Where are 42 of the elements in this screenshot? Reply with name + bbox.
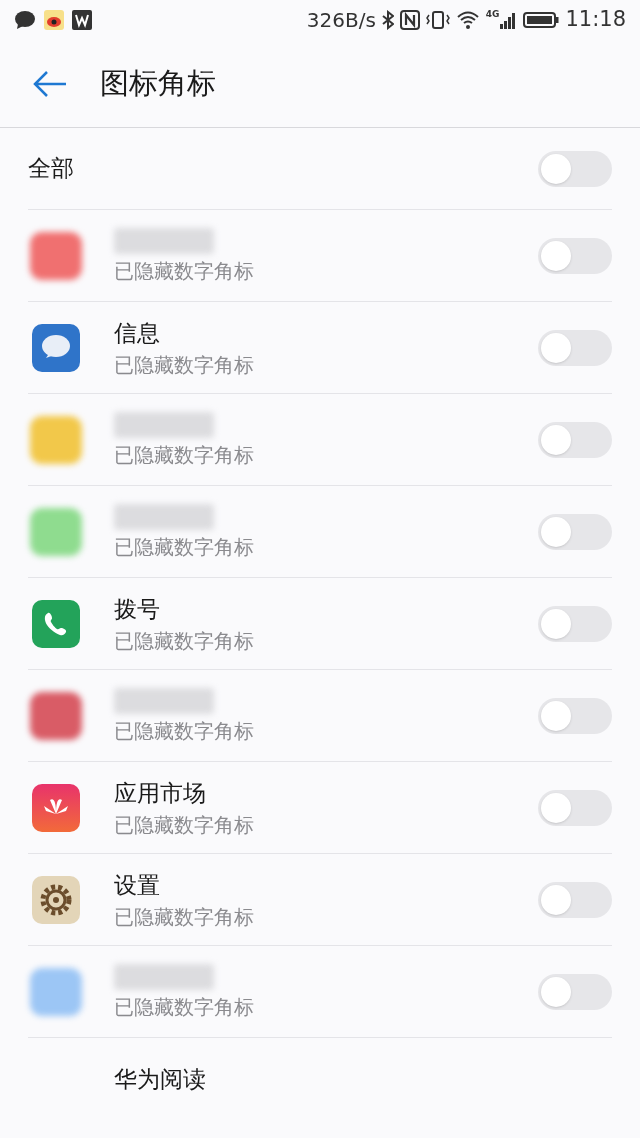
app-status: 已隐藏数字角标 — [114, 627, 255, 654]
app-name: 华为阅读 — [114, 1065, 207, 1094]
app-status: 已隐藏数字角标 — [114, 993, 255, 1020]
app-status: 已隐藏数字角标 — [114, 903, 255, 930]
toggle-switch[interactable] — [538, 329, 612, 366]
app-status: 已隐藏数字角标 — [114, 257, 255, 284]
all-label: 全部 — [28, 154, 74, 184]
clock-time: 11:18 — [565, 6, 626, 34]
chat-bubble-icon — [14, 10, 36, 30]
toggle-switch[interactable] — [538, 605, 612, 642]
toggle-switch[interactable] — [538, 513, 612, 550]
wifi-icon — [455, 10, 480, 30]
phone-app-icon — [32, 599, 80, 648]
eye-logo-icon — [44, 10, 64, 30]
vibrate-icon — [425, 10, 450, 30]
toggle-switch[interactable] — [538, 881, 612, 918]
w-logo-icon — [72, 10, 92, 30]
petal-app-icon — [32, 783, 80, 832]
toggle-switch[interactable] — [538, 789, 612, 826]
toggle-switch[interactable] — [538, 421, 612, 458]
toggle-switch[interactable] — [538, 697, 612, 734]
chat-bubble-app-icon — [32, 323, 80, 372]
toggle-switch[interactable] — [538, 150, 612, 187]
app-status: 已隐藏数字角标 — [114, 533, 255, 560]
gear-app-icon — [32, 875, 80, 924]
battery-icon — [523, 10, 560, 30]
app-status: 已隐藏数字角标 — [114, 717, 255, 744]
toggle-switch[interactable] — [538, 237, 612, 274]
app-name: 拨号 — [114, 594, 161, 624]
page-title: 图标角标 — [100, 64, 216, 102]
app-name: 应用市场 — [114, 778, 207, 808]
app-status: 已隐藏数字角标 — [114, 351, 255, 378]
network-type: 4G — [485, 10, 500, 19]
network-speed: 326B/s — [306, 7, 376, 34]
toggle-switch[interactable] — [538, 973, 612, 1010]
nfc-icon — [399, 10, 420, 30]
app-name: 设置 — [114, 870, 161, 900]
app-status: 已隐藏数字角标 — [114, 811, 255, 838]
bluetooth-icon — [381, 10, 394, 30]
app-status: 已隐藏数字角标 — [114, 441, 255, 468]
signal-icon — [499, 10, 518, 30]
app-name: 信息 — [114, 318, 161, 348]
